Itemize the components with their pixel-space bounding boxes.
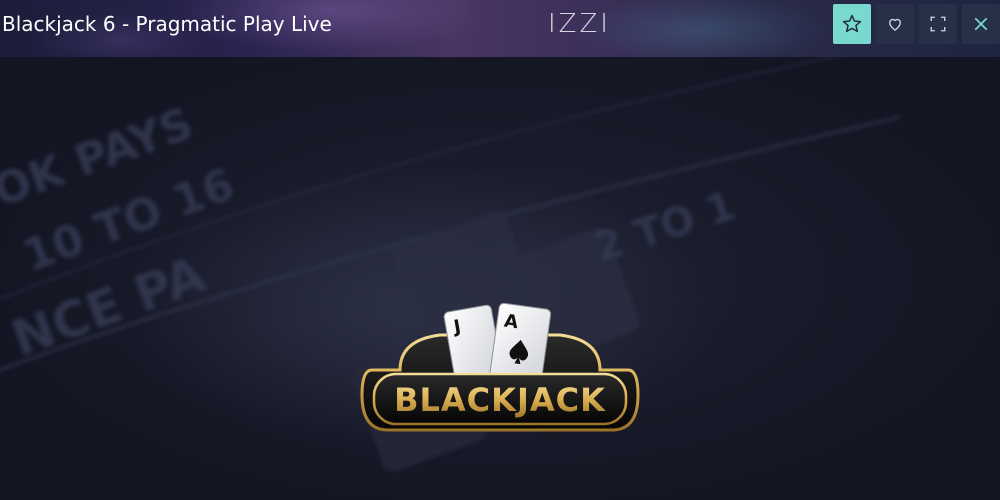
fullscreen-button[interactable] <box>919 4 957 44</box>
brand-logo: IZZI <box>548 9 611 39</box>
heart-icon <box>886 15 904 33</box>
logo-wordmark: BLACKJACK <box>394 381 606 419</box>
star-icon <box>841 13 863 35</box>
game-preview[interactable]: OK PAYS 10 TO 16 NCE PA 2 TO 1 J A BLACK… <box>0 57 1000 500</box>
header-bar: Blackjack 6 - Pragmatic Play Live IZZI <box>0 0 1000 57</box>
blackjack-logo: J A BLACKJACK <box>360 300 640 440</box>
fullscreen-icon <box>929 15 947 33</box>
svg-text:2 TO 1: 2 TO 1 <box>589 183 741 271</box>
card-right-rank: A <box>503 311 520 334</box>
game-title: Blackjack 6 - Pragmatic Play Live <box>2 12 332 36</box>
like-button[interactable] <box>876 4 914 44</box>
close-button[interactable] <box>962 4 1000 44</box>
close-icon <box>972 15 990 33</box>
favorite-button[interactable] <box>833 4 871 44</box>
